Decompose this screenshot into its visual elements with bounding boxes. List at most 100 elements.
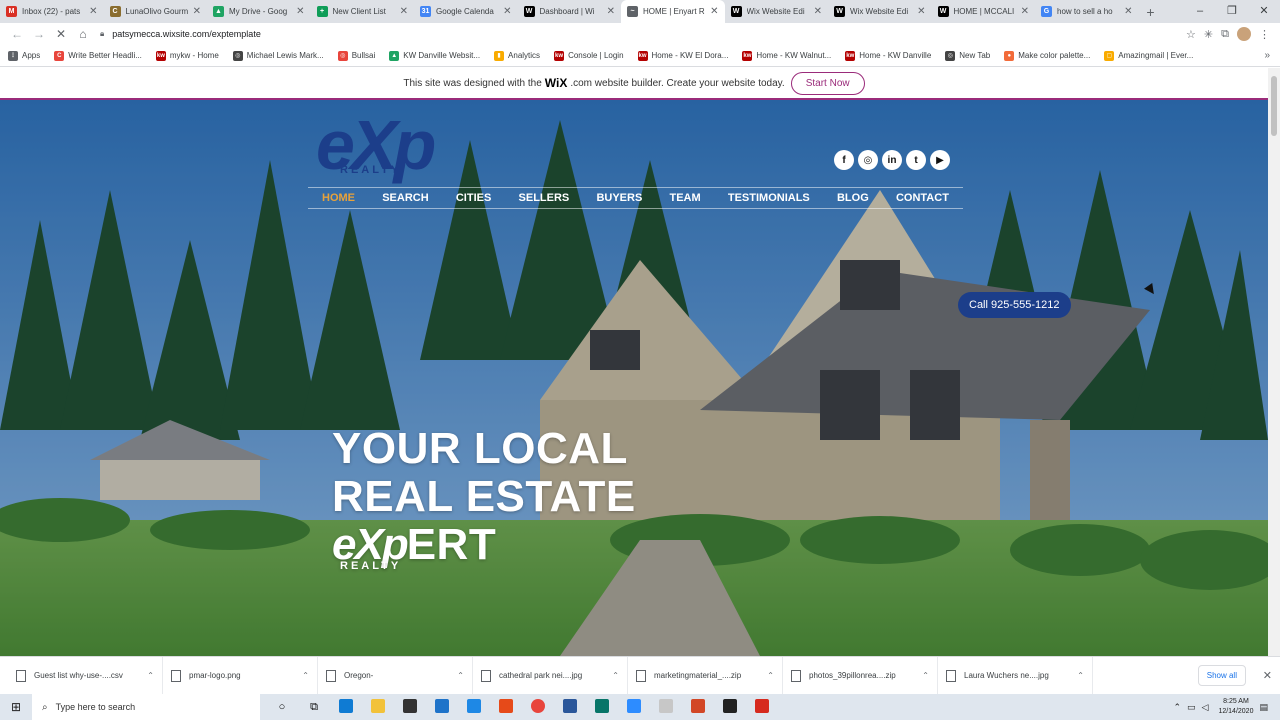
tab-close-icon[interactable]: ✕	[1021, 6, 1029, 17]
bookmark-item[interactable]: kw mykw - Home	[155, 50, 219, 61]
tab-close-icon[interactable]: ✕	[607, 6, 615, 17]
bookmark-item[interactable]: ▢ Amazingmail | Ever...	[1104, 50, 1193, 61]
download-item[interactable]: Laura Wuchers ne....jpg ⌃	[938, 656, 1093, 695]
nav-item-search[interactable]: SEARCH	[382, 192, 428, 204]
chevron-up-icon[interactable]: ⌃	[1077, 671, 1084, 680]
download-item[interactable]: photos_39pillonrea....zip ⌃	[783, 656, 938, 695]
file-explorer-icon[interactable]	[362, 698, 394, 716]
word-icon[interactable]	[554, 698, 586, 716]
tab-close-icon[interactable]: ✕	[503, 6, 511, 17]
nav-item-cities[interactable]: CITIES	[456, 192, 491, 204]
powerpoint-icon[interactable]	[682, 698, 714, 716]
extension-icon[interactable]: ✳	[1204, 28, 1213, 41]
nav-item-buyers[interactable]: BUYERS	[596, 192, 642, 204]
scrollbar-thumb[interactable]	[1271, 76, 1277, 136]
download-item[interactable]: pmar-logo.png ⌃	[163, 656, 318, 695]
address-bar[interactable]: 🔒︎ patsymecca.wixsite.com/exptemplate	[100, 24, 1186, 44]
nav-item-team[interactable]: TEAM	[670, 192, 701, 204]
edge-icon[interactable]	[330, 698, 362, 716]
download-item[interactable]: marketingmaterial_....zip ⌃	[628, 656, 783, 695]
puzzle-icon[interactable]: ⧉	[1221, 28, 1229, 41]
youtube-icon[interactable]: ▶	[930, 150, 950, 170]
tab-close-icon[interactable]: ✕	[296, 6, 304, 17]
download-item[interactable]: cathedral park nei....jpg ⌃	[473, 656, 628, 695]
start-now-button[interactable]: Start Now	[790, 71, 865, 95]
system-clock[interactable]: 8:25 AM 12/14/2020	[1218, 697, 1253, 717]
bookmark-item[interactable]: ▲ KW Danville Websit...	[389, 50, 480, 61]
chevron-up-icon[interactable]: ⌃	[302, 671, 309, 680]
tab-close-icon[interactable]: ✕	[1124, 6, 1132, 17]
tab-close-icon[interactable]: ✕	[814, 6, 822, 17]
browser-tab[interactable]: W HOME | MCCALI ✕	[932, 0, 1036, 23]
close-downloads-icon[interactable]: ✕	[1263, 669, 1272, 682]
acrobat-reader-icon[interactable]	[746, 698, 778, 716]
bookmark-item[interactable]: C Write Better Headli...	[54, 50, 142, 61]
volume-icon[interactable]: ◁	[1202, 702, 1209, 713]
taskbar-search[interactable]: ⌕ Type here to search	[32, 694, 260, 720]
forward-icon[interactable]: →	[28, 27, 50, 41]
browser-tab[interactable]: Ghow to sell a ho ✕	[1035, 0, 1139, 23]
browser-tab[interactable]: ~ HOME | Enyart R ✕	[621, 0, 725, 23]
bookmark-star-icon[interactable]: ☆	[1186, 28, 1196, 41]
tab-close-icon[interactable]: ✕	[710, 6, 718, 17]
bookmark-item[interactable]: kw Console | Login	[554, 50, 624, 61]
chevron-up-icon[interactable]: ⌃	[922, 671, 929, 680]
zoom-icon[interactable]	[618, 698, 650, 716]
download-item[interactable]: Oregon- ⌃	[318, 656, 473, 695]
menu-icon[interactable]: ⋮	[1259, 28, 1270, 41]
bookmarks-overflow-icon[interactable]: »	[1264, 50, 1270, 61]
browser-tab[interactable]: 31 Google Calenda ✕	[414, 0, 518, 23]
browser-tab[interactable]: + New Client List ✕	[311, 0, 415, 23]
notifications-icon[interactable]: ▤	[1259, 702, 1268, 713]
lock-icon[interactable]: 🔒︎	[100, 29, 104, 39]
store-icon[interactable]	[394, 698, 426, 716]
nav-item-blog[interactable]: BLOG	[837, 192, 869, 204]
bookmark-item[interactable]: kw Home - KW Danville	[845, 50, 931, 61]
chrome-icon[interactable]	[522, 698, 554, 716]
office-icon[interactable]	[490, 698, 522, 716]
acrobat-icon[interactable]	[714, 698, 746, 716]
bookmark-item[interactable]: ◎ New Tab	[945, 50, 990, 61]
snipping-icon[interactable]	[650, 698, 682, 716]
bookmark-item[interactable]: kw Home - KW Walnut...	[742, 50, 831, 61]
linkedin-icon[interactable]: in	[882, 150, 902, 170]
nav-item-contact[interactable]: CONTACT	[896, 192, 949, 204]
chevron-up-icon[interactable]: ⌃	[147, 671, 154, 680]
instagram-icon[interactable]: ◎	[858, 150, 878, 170]
tab-close-icon[interactable]: ✕	[193, 6, 201, 17]
nav-item-sellers[interactable]: SELLERS	[519, 192, 570, 204]
tab-close-icon[interactable]: ✕	[917, 6, 925, 17]
network-icon[interactable]: ▭	[1187, 702, 1196, 713]
mail-icon[interactable]	[426, 698, 458, 716]
bookmark-item[interactable]: ● Make color palette...	[1004, 50, 1090, 61]
windows-start-icon[interactable]: ⊞	[0, 700, 32, 714]
new-tab-icon[interactable]: +	[1139, 0, 1163, 23]
browser-tab[interactable]: W Wix Website Edi ✕	[725, 0, 829, 23]
tray-expand-icon[interactable]: ⌃	[1173, 702, 1181, 713]
browser-tab[interactable]: W Wix Website Edi ✕	[828, 0, 932, 23]
call-button[interactable]: Call 925-555-1212	[958, 292, 1071, 318]
tab-close-icon[interactable]: ✕	[400, 6, 408, 17]
minimize-icon[interactable]: –	[1184, 0, 1216, 23]
close-window-icon[interactable]: ✕	[1248, 0, 1280, 23]
nav-item-testimonials[interactable]: TESTIMONIALS	[728, 192, 810, 204]
twitter-icon[interactable]: t	[906, 150, 926, 170]
show-all-button[interactable]: Show all	[1197, 665, 1246, 686]
bookmark-item[interactable]: ◎ Michael Lewis Mark...	[232, 50, 324, 61]
browser-tab[interactable]: C LunaOlivo Gourm ✕	[104, 0, 208, 23]
nav-item-home[interactable]: HOME	[322, 192, 355, 204]
browser-tab[interactable]: ▲ My Drive - Goog ✕	[207, 0, 311, 23]
chevron-up-icon[interactable]: ⌃	[612, 671, 619, 680]
bookmark-item[interactable]: ▮ Analytics	[494, 50, 540, 61]
restore-icon[interactable]: ❐	[1216, 0, 1248, 23]
task-view-icon[interactable]: ⧉	[298, 701, 330, 714]
tab-close-icon[interactable]: ✕	[89, 6, 97, 17]
publisher-icon[interactable]	[586, 698, 618, 716]
browser-tab[interactable]: M Inbox (22) - pats ✕	[0, 0, 104, 23]
home-icon[interactable]: ⌂	[72, 27, 94, 41]
chevron-up-icon[interactable]: ⌃	[767, 671, 774, 680]
stop-loading-icon[interactable]: ✕	[50, 27, 72, 41]
page-scrollbar[interactable]	[1268, 68, 1280, 656]
bookmark-item[interactable]: kw Home - KW El Dora...	[637, 50, 728, 61]
lync-icon[interactable]	[458, 698, 490, 716]
